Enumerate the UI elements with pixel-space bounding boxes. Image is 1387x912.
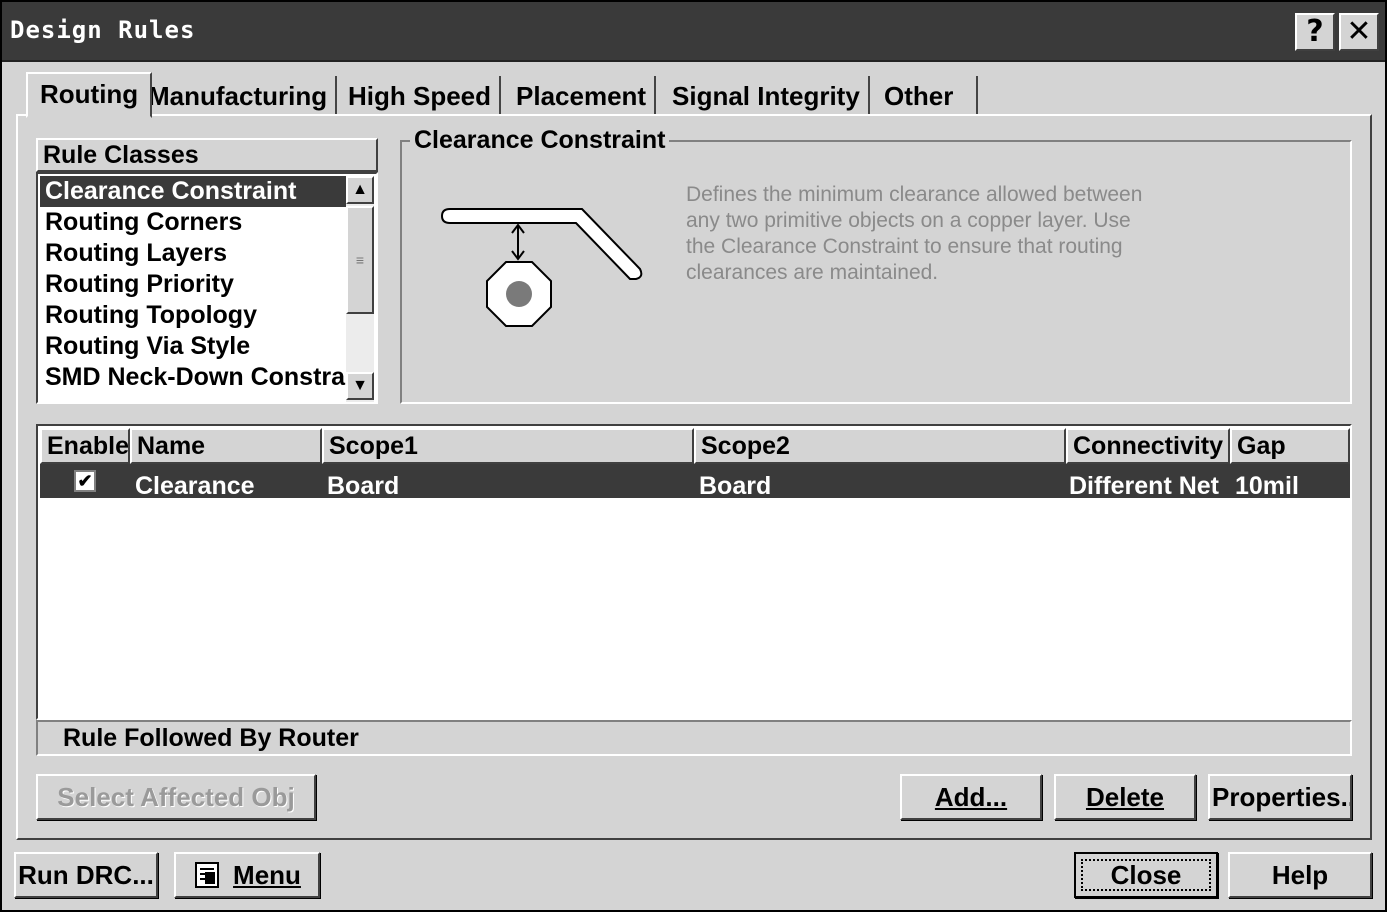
add-label: Add... (934, 781, 1008, 812)
column-header-connectivity[interactable]: Connectivity (1066, 428, 1230, 464)
help-button[interactable]: Help (1228, 852, 1372, 898)
rule-classes-header: Rule Classes (36, 138, 378, 172)
close-button[interactable]: Close (1074, 852, 1218, 898)
tab-other[interactable]: Other (876, 76, 978, 116)
table-row[interactable]: ✔ Clearance Board Board Different Net 10… (40, 464, 1350, 498)
rule-status-bar: Rule Followed By Router (36, 720, 1352, 756)
rules-grid[interactable]: Enable Name Scope1 Scope2 Connectivity G… (36, 424, 1352, 720)
column-header-name[interactable]: Name (130, 428, 322, 464)
delete-label: Delete (1085, 781, 1165, 812)
close-label: Close (1110, 859, 1182, 890)
run-drc-label: Run DRC... (18, 859, 154, 890)
rule-class-item[interactable]: Routing Topology (40, 300, 346, 331)
properties-label: Properties... (1212, 781, 1352, 812)
tab-strip: Routing Manufacturing High Speed Placeme… (16, 72, 996, 118)
tab-signal-integrity[interactable]: Signal Integrity (664, 76, 870, 116)
rule-classes-list[interactable]: Clearance Constraint Routing Corners Rou… (36, 172, 378, 404)
rule-class-item[interactable]: SMD Neck-Down Constraint (40, 362, 346, 393)
scope2-cell: Board (699, 472, 772, 498)
tab-high-speed[interactable]: High Speed (340, 76, 502, 116)
column-header-enable[interactable]: Enable (40, 428, 130, 464)
enable-checkbox[interactable]: ✔ (74, 470, 96, 492)
menu-icon (195, 862, 220, 888)
scroll-thumb[interactable]: ≡ (346, 206, 374, 314)
rule-class-item[interactable]: Routing Corners (40, 207, 346, 238)
gap-cell: 10mil (1235, 472, 1299, 498)
scroll-up-arrow-icon[interactable]: ▲ (346, 176, 374, 204)
select-affected-button[interactable]: Select Affected Obj (36, 774, 316, 820)
properties-button[interactable]: Properties... (1208, 774, 1352, 820)
rule-class-item[interactable]: Routing Priority (40, 269, 346, 300)
title-bar[interactable]: Design Rules ? ✕ (2, 2, 1385, 62)
column-header-scope2[interactable]: Scope2 (694, 428, 1066, 464)
scroll-down-arrow-icon[interactable]: ▼ (346, 372, 374, 400)
help-label: Help (1271, 859, 1329, 890)
column-header-gap[interactable]: Gap (1230, 428, 1350, 464)
close-title-button[interactable]: ✕ (1339, 13, 1379, 51)
constraint-description: Defines the minimum clearance allowed be… (686, 183, 1143, 284)
scope1-cell: Board (327, 472, 400, 498)
menu-button[interactable]: Menu (174, 852, 320, 898)
tab-routing[interactable]: Routing (26, 72, 153, 118)
tab-placement[interactable]: Placement (508, 76, 657, 116)
select-affected-label: Select Affected Obj (57, 781, 295, 812)
delete-button[interactable]: Delete (1054, 774, 1196, 820)
rule-name-cell: Clearance (135, 472, 255, 498)
constraint-title: Clearance Constraint (410, 126, 670, 155)
rule-class-item[interactable]: Routing Layers (40, 238, 346, 269)
window-title: Design Rules (10, 16, 196, 44)
menu-label: Menu (233, 859, 301, 890)
add-button[interactable]: Add... (900, 774, 1042, 820)
run-drc-button[interactable]: Run DRC... (14, 852, 158, 898)
design-rules-dialog: Design Rules ? ✕ Routing Manufacturing H… (0, 0, 1387, 912)
rule-class-item[interactable]: Routing Via Style (40, 331, 346, 362)
clearance-diagram-icon (440, 208, 643, 327)
rule-classes-scrollbar[interactable]: ▲ ≡ ▼ (346, 176, 374, 402)
connectivity-cell: Different Net (1069, 472, 1220, 498)
help-title-button[interactable]: ? (1295, 13, 1335, 51)
tab-manufacturing[interactable]: Manufacturing (140, 76, 338, 116)
rule-class-item[interactable]: Clearance Constraint (40, 176, 346, 207)
column-header-scope1[interactable]: Scope1 (322, 428, 694, 464)
